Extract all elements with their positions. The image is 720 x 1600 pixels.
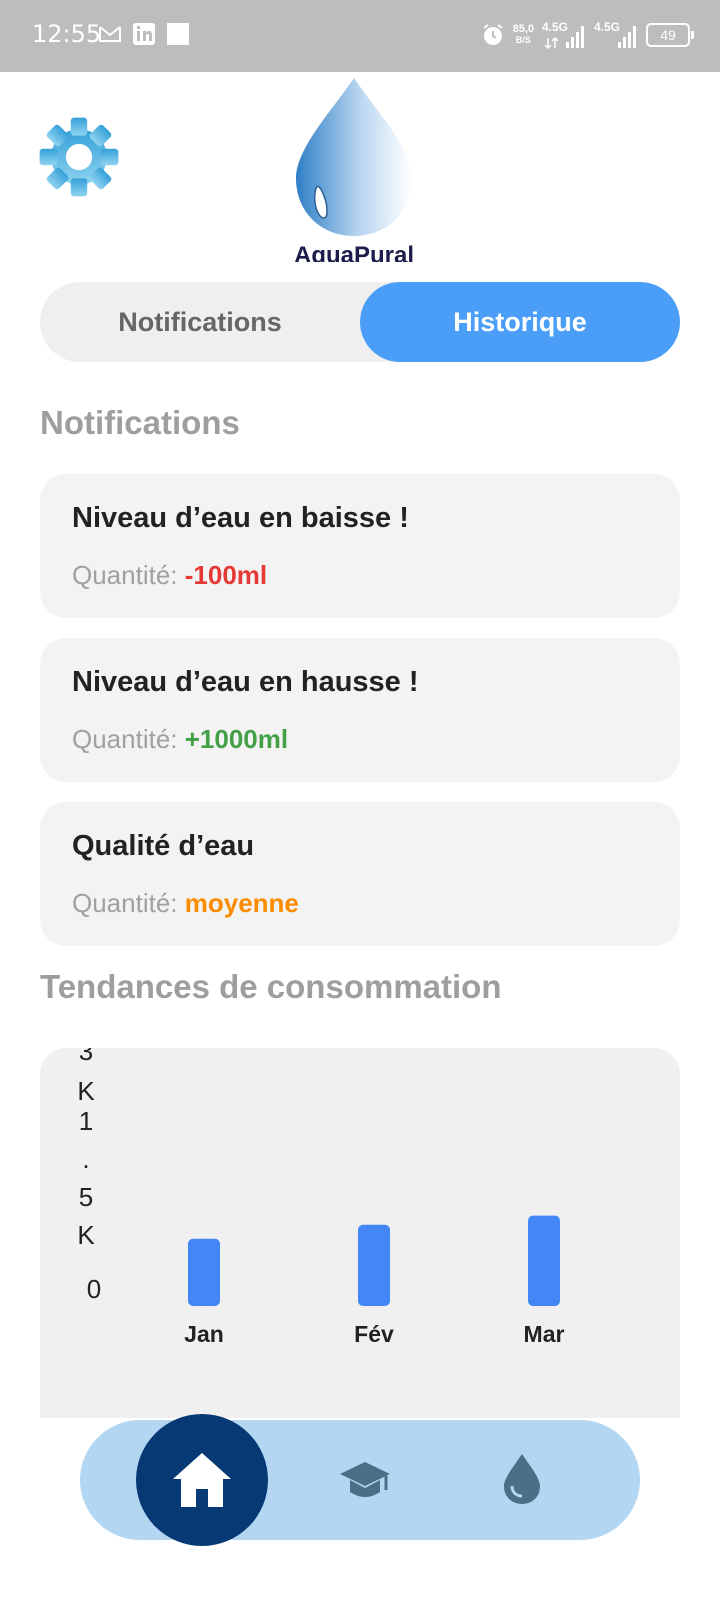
app-logo: AquaPural — [294, 78, 414, 262]
notification-card[interactable]: Niveau d’eau en baisse ! Quantité: -100m… — [40, 474, 680, 618]
notification-title: Qualité d’eau — [72, 830, 255, 862]
notification-quantity: Quantité: +1000ml — [72, 724, 288, 755]
net-speed: 85,0 B/S — [513, 24, 534, 46]
signal-bars-icon — [544, 26, 584, 50]
bottom-nav — [80, 1414, 640, 1546]
y-tick-label: 1.5K — [77, 1106, 95, 1250]
alarm-icon — [482, 24, 503, 45]
bar-chart: 3 K1. 5 K 0 Jan Fév Mar — [77, 1048, 565, 1347]
status-bar: 12:55 85,0 B/S 4.5G 4.5G 49 — [0, 0, 720, 72]
graduation-cap-icon[interactable] — [338, 1454, 392, 1508]
quantity-value: moyenne — [184, 888, 299, 918]
nav-home-button[interactable] — [136, 1414, 268, 1546]
home-icon — [173, 1453, 231, 1507]
notification-quantity: Quantité: moyenne — [72, 888, 299, 919]
consumption-chart: 3 K 1. 5 K 0 Jan Fév Mar — [40, 1048, 680, 1418]
quantity-label: Quantité: — [72, 888, 185, 918]
settings-gear-icon[interactable] — [38, 116, 120, 198]
signal-2: 4.5G — [594, 18, 638, 52]
status-time: 12:55 — [32, 20, 102, 48]
tab-notifications[interactable]: Notifications — [40, 282, 360, 362]
notifications-section-title: Notifications — [40, 404, 240, 441]
net-speed-unit: B/S — [515, 35, 531, 45]
net-speed-value: 85,0 — [512, 23, 534, 35]
signal-bars-icon — [618, 26, 636, 48]
y-tick-label: 3K — [77, 1048, 95, 1106]
notification-card[interactable]: Niveau d’eau en hausse ! Quantité: +1000… — [40, 638, 680, 782]
logo-text: AquaPural — [294, 242, 414, 262]
bar-mar — [528, 1215, 560, 1306]
notification-quantity: Quantité: -100ml — [72, 560, 267, 591]
quantity-value: -100ml — [184, 560, 268, 590]
water-drop-icon[interactable] — [500, 1452, 544, 1506]
app-square-icon — [167, 23, 189, 45]
notification-title: Niveau d’eau en hausse ! — [72, 666, 419, 698]
quantity-label: Quantité: — [72, 724, 185, 754]
notification-title: Niveau d’eau en baisse ! — [72, 502, 409, 534]
y-tick-label: 0 — [87, 1274, 101, 1304]
signal-1: 4.5G — [542, 18, 586, 52]
segmented-tabs: Notifications Historique — [40, 282, 680, 362]
notification-card[interactable]: Qualité d’eau Quantité: moyenne — [40, 802, 680, 946]
tab-historique[interactable]: Historique — [360, 282, 680, 362]
status-right: 85,0 B/S 4.5G 4.5G 49 — [481, 18, 694, 52]
x-tick-label: Fév — [354, 1321, 394, 1347]
notification-icons — [98, 22, 190, 46]
water-drop-logo-icon — [296, 78, 412, 236]
gmail-icon — [99, 26, 121, 42]
quantity-value: +1000ml — [184, 724, 289, 754]
x-tick-label: Jan — [184, 1321, 224, 1347]
linkedin-icon — [133, 23, 155, 45]
bar-fév — [358, 1224, 390, 1306]
battery-indicator: 49 — [646, 23, 694, 47]
quantity-label: Quantité: — [72, 560, 185, 590]
trends-section-title: Tendances de consommation — [40, 968, 502, 1005]
bar-jan — [188, 1238, 220, 1306]
x-tick-label: Mar — [524, 1321, 565, 1347]
